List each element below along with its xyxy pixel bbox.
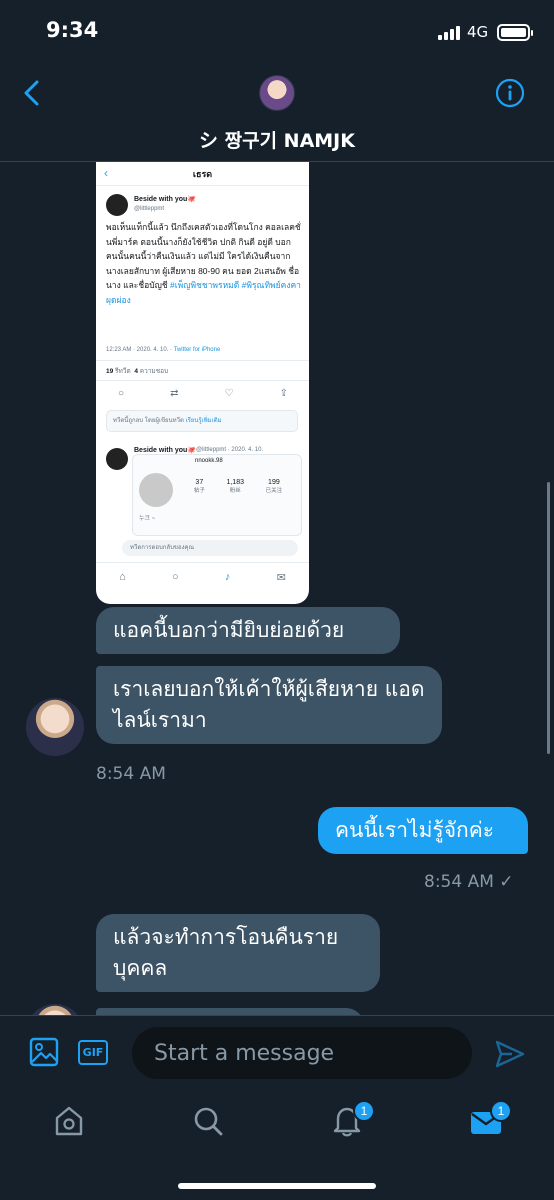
attachment-topbar: ‹ เธรด	[96, 162, 309, 186]
attachment-reply-field: ทวีตการตอบกลับของคุณ	[122, 540, 298, 556]
contact-name[interactable]: シ 짱구기 NAMJK	[0, 126, 554, 153]
quoted-stat: 199 已关注	[266, 479, 283, 494]
messages-badge: 1	[490, 1100, 512, 1122]
gif-icon[interactable]: GIF	[78, 1040, 108, 1065]
signal-icon	[438, 26, 460, 40]
attachment-title: เธรด	[192, 169, 213, 179]
attachment-divider	[96, 360, 309, 361]
attachment-author-avatar	[106, 194, 128, 216]
attachment-author-handle: @littleppmt	[134, 206, 165, 212]
message-timestamp-outgoing: 8:54 AM ✓	[424, 872, 514, 892]
incoming-message-partial[interactable]	[96, 1008, 364, 1015]
retweet-count: 19	[106, 368, 114, 375]
retweet-icon: ⇄	[170, 388, 179, 399]
quoted-stat-value: 37	[195, 479, 204, 486]
attachment-home-icon: ⌂	[119, 571, 126, 583]
attachment-deleted-notice: ทวีตนี้ถูกลบ โดยผู้เขียนทวีต เรียนรู้เพิ…	[106, 410, 298, 432]
attachment-divider	[96, 562, 309, 563]
quoted-stat-label: 已关注	[265, 488, 283, 494]
quoted-stat-label: 粉丝	[229, 488, 241, 494]
notice-link: เรียนรู้เพิ่มเติม	[185, 418, 222, 424]
home-indicator[interactable]	[178, 1183, 376, 1189]
notifications-badge: 1	[353, 1100, 375, 1122]
quoted-stat-value: 1,183	[226, 479, 244, 486]
quoted-stat-label: 帖子	[193, 488, 205, 494]
attachment-search-icon: ○	[172, 571, 179, 583]
search-icon[interactable]	[191, 1104, 225, 1138]
quoted-profile-avatar	[139, 473, 173, 507]
contact-avatar[interactable]	[259, 75, 295, 111]
attachment-meta: 12:23 AM · 2020. 4. 10. · Twitter for iP…	[106, 347, 221, 353]
send-icon[interactable]	[494, 1038, 526, 1070]
read-receipt-icon: ✓	[499, 872, 514, 892]
quoted-profile-caption: 누크 ~	[139, 516, 156, 522]
attachment-source: Twitter for iPhone	[173, 347, 221, 353]
quoted-profile-card: nnookk.98 37 帖子 1,183 粉丝 199 已关注 누크 ~	[132, 454, 302, 536]
quoted-author-name: Beside with you🐙	[134, 447, 197, 454]
like-icon: ♡	[224, 388, 234, 399]
incoming-message[interactable]: แล้วจะทำการโอนคืนราย บุคคล	[96, 914, 380, 992]
quoted-meta: @littleppmt · 2020. 4. 10.	[196, 447, 264, 453]
message-timestamp: 8:54 AM	[96, 764, 166, 784]
status-time: 9:34	[46, 18, 99, 42]
attachment-actions: ○ ⇄ ♡ ⇪	[118, 388, 288, 399]
bottom-tab-bar: 1 1	[0, 1092, 554, 1200]
message-composer: GIF	[0, 1015, 554, 1092]
share-icon: ⇪	[279, 388, 288, 399]
like-count: 4	[134, 368, 138, 375]
status-bar: 9:34 4G	[0, 0, 554, 66]
image-icon[interactable]	[29, 1037, 59, 1067]
attachment-author-name: Beside with you🐙	[134, 196, 197, 203]
quoted-profile-name: nnookk.98	[195, 458, 223, 464]
info-icon[interactable]	[495, 78, 525, 108]
network-label: 4G	[467, 23, 489, 41]
quoted-stat: 1,183 粉丝	[226, 479, 244, 494]
attachment-timestamp: 12:23 AM · 2020. 4. 10.	[106, 347, 169, 353]
attachment-tabbar: ⌂ ○ ♪ ✉	[96, 564, 309, 590]
message-timestamp: 8:54 AM	[424, 872, 494, 892]
incoming-message[interactable]: แอคนี้บอกว่ามียิบย่อยด้วย	[96, 607, 400, 654]
quoted-profile-stats: 37 帖子 1,183 粉丝 199 已关注	[183, 479, 293, 494]
incoming-message[interactable]: เราเลยบอกให้เค้าให้ผู้เสียหาย แอดไลน์เรา…	[96, 666, 442, 744]
attachment-body: พอเห็นแท็กนี้แล้ว นึกถึงเคสตัวเองที่โดนโ…	[106, 220, 302, 307]
attachment-bell-icon: ♪	[224, 571, 231, 583]
quoted-stat-value: 199	[268, 479, 280, 486]
quoted-stat: 37 帖子	[194, 479, 205, 494]
back-chevron-icon[interactable]	[18, 78, 48, 108]
screenshot-attachment[interactable]: ‹ เธรด Beside with you🐙 @littleppmt พอเห…	[96, 162, 309, 604]
scrollbar[interactable]	[547, 482, 550, 754]
quoted-author-avatar	[106, 448, 128, 470]
sender-avatar[interactable]	[26, 1004, 84, 1015]
attachment-mail-icon: ✉	[276, 571, 286, 584]
conversation-header: シ 짱구기 NAMJK	[0, 66, 554, 162]
retweet-label: รีทวีต	[115, 368, 131, 375]
notice-text: ทวีตนี้ถูกลบ โดยผู้เขียนทวีต	[113, 418, 184, 424]
attachment-divider	[96, 380, 309, 381]
message-input[interactable]	[132, 1027, 472, 1079]
outgoing-message[interactable]: คนนี้เราไม่รู้จักค่ะ	[318, 807, 528, 854]
attachment-back-icon: ‹	[104, 166, 108, 180]
battery-icon	[497, 24, 533, 41]
like-label: ความชอบ	[139, 368, 169, 375]
reply-icon: ○	[118, 388, 125, 399]
home-icon[interactable]	[52, 1104, 86, 1138]
message-thread[interactable]: ‹ เธรด Beside with you🐙 @littleppmt พอเห…	[0, 162, 554, 1015]
sender-avatar[interactable]	[26, 698, 84, 756]
attachment-stats: 19 รีทวีต 4 ความชอบ	[106, 366, 168, 376]
